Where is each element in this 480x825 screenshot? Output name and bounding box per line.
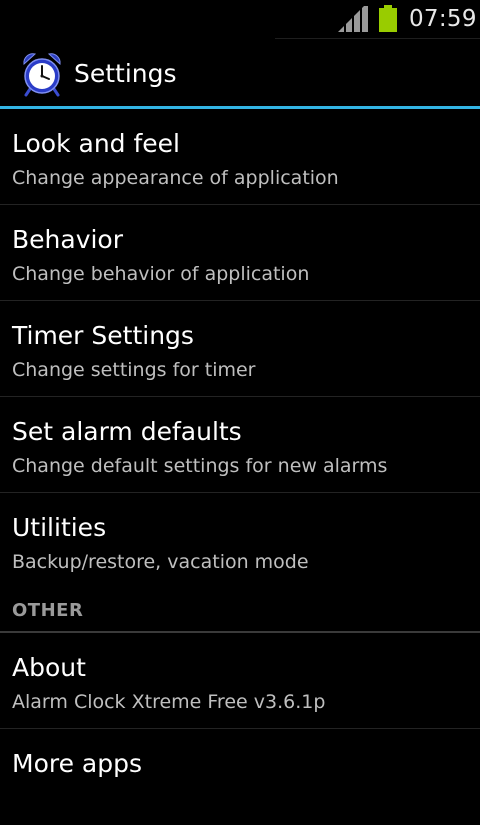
alarm-clock-icon[interactable]	[20, 51, 64, 97]
category-header-other: OTHER	[0, 589, 480, 633]
category-label: OTHER	[12, 600, 84, 621]
pref-utilities[interactable]: Utilities Backup/restore, vacation mode	[0, 493, 480, 589]
signal-bars-icon	[338, 6, 368, 32]
battery-icon	[379, 5, 397, 32]
pref-summary: Change default settings for new alarms	[12, 455, 388, 477]
status-bar: 07:59	[0, 0, 480, 38]
pref-title: Look and feel	[12, 129, 180, 158]
pref-title: Behavior	[12, 225, 124, 254]
pref-summary: Change settings for timer	[12, 359, 256, 381]
pref-title: Utilities	[12, 513, 107, 542]
pref-summary: Change appearance of application	[12, 167, 339, 189]
action-bar: Settings	[0, 39, 480, 107]
pref-more-apps[interactable]: More apps	[0, 729, 480, 825]
pref-title: Timer Settings	[12, 321, 194, 350]
pref-title: About	[12, 653, 86, 682]
pref-summary: Alarm Clock Xtreme Free v3.6.1p	[12, 691, 326, 713]
pref-summary: Backup/restore, vacation mode	[12, 551, 309, 573]
pref-behavior[interactable]: Behavior Change behavior of application	[0, 205, 480, 301]
page-title: Settings	[74, 59, 177, 88]
status-clock: 07:59	[409, 6, 477, 32]
pref-look-and-feel[interactable]: Look and feel Change appearance of appli…	[0, 109, 480, 205]
pref-about[interactable]: About Alarm Clock Xtreme Free v3.6.1p	[0, 633, 480, 729]
preference-list: Look and feel Change appearance of appli…	[0, 109, 480, 825]
pref-set-alarm-defaults[interactable]: Set alarm defaults Change default settin…	[0, 397, 480, 493]
pref-title: More apps	[12, 749, 143, 778]
pref-summary: Change behavior of application	[12, 263, 310, 285]
pref-timer-settings[interactable]: Timer Settings Change settings for timer	[0, 301, 480, 397]
pref-title: Set alarm defaults	[12, 417, 242, 446]
